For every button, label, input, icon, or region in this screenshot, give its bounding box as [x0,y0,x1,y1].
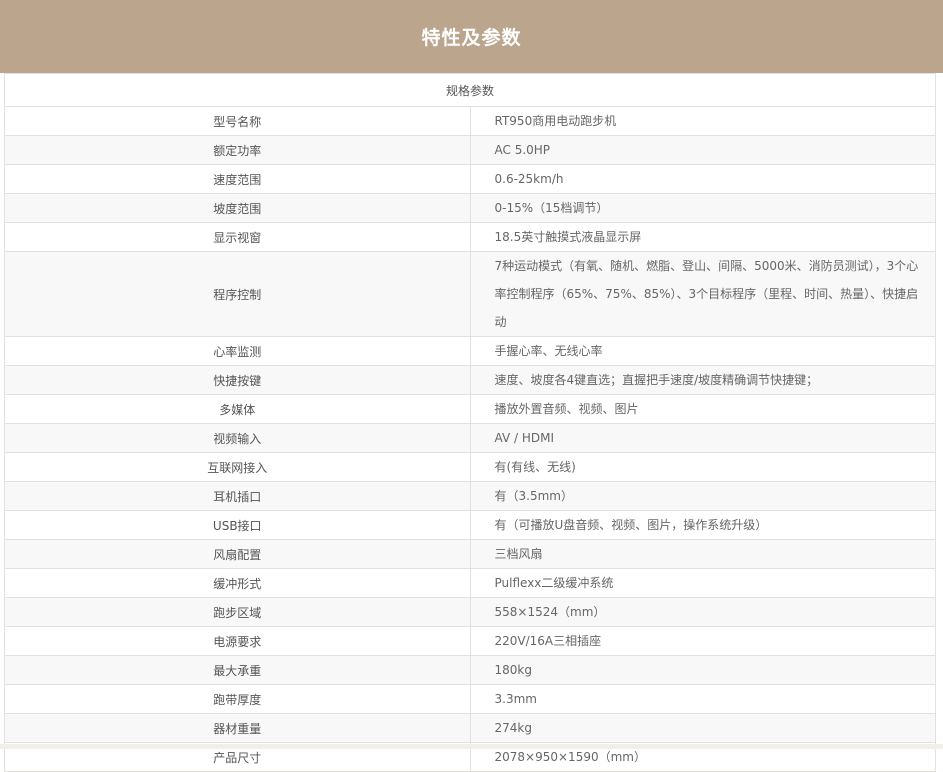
row-label: 快捷按键 [4,365,471,395]
row-value: 0.6-25km/h [469,164,936,194]
page-header: 特性及参数 [0,0,943,73]
row-value: 220V/16A三相插座 [469,626,936,656]
row-label: 视频输入 [4,423,471,453]
row-label: 显示视窗 [4,222,471,252]
table-row: 互联网接入 有(有线、无线) [4,452,936,482]
row-value: 274kg [469,713,936,743]
table-row: 最大承重 180kg [4,655,936,685]
table-row: 风扇配置 三档风扇 [4,539,936,569]
row-label: 电源要求 [4,626,471,656]
row-value: 三档风扇 [469,539,936,569]
table-row: 速度范围 0.6-25km/h [4,164,936,194]
table-row: 缓冲形式 Pulflexx二级缓冲系统 [4,568,936,598]
table-caption-row: 规格参数 [4,73,936,107]
row-label: 最大承重 [4,655,471,685]
table-row: 显示视窗 18.5英寸触摸式液晶显示屏 [4,222,936,252]
page-title: 特性及参数 [421,27,522,49]
row-value: Pulflexx二级缓冲系统 [469,568,936,598]
row-value: 有（3.5mm） [469,481,936,511]
row-value: 558×1524（mm） [469,597,936,627]
row-value: 播放外置音频、视频、图片 [469,394,936,424]
row-label: 坡度范围 [4,193,471,223]
row-value: 7种运动模式（有氧、随机、燃脂、登山、间隔、5000米、消防员测试），3个心率控… [469,251,936,337]
row-value: 18.5英寸触摸式液晶显示屏 [469,222,936,252]
row-value: 有（可播放U盘音频、视频、图片，操作系统升级） [469,510,936,540]
table-row: 额定功率 AC 5.0HP [4,135,936,165]
table-row: 跑步区域 558×1524（mm） [4,597,936,627]
row-label: 缓冲形式 [4,568,471,598]
table-row: 视频输入 AV / HDMI [4,423,936,453]
table-row: 器材重量 274kg [4,713,936,743]
row-value: AV / HDMI [469,423,936,453]
row-label: 型号名称 [4,106,471,136]
row-label: 风扇配置 [4,539,471,569]
bottom-divider [0,744,943,749]
row-label: 心率监测 [4,336,471,366]
row-value: RT950商用电动跑步机 [469,106,936,136]
row-label: 跑带厚度 [4,684,471,714]
spec-table-container: 规格参数 型号名称 RT950商用电动跑步机 额定功率 AC 5.0HP 速度范… [4,73,936,772]
row-value: 速度、坡度各4键直选；直握把手速度/坡度精确调节快捷键； [469,365,936,395]
table-row: 耳机插口 有（3.5mm） [4,481,936,511]
table-row: 电源要求 220V/16A三相插座 [4,626,936,656]
table-row: 快捷按键 速度、坡度各4键直选；直握把手速度/坡度精确调节快捷键； [4,365,936,395]
row-label: 多媒体 [4,394,471,424]
table-row: 跑带厚度 3.3mm [4,684,936,714]
row-value: 手握心率、无线心率 [469,336,936,366]
row-label: 跑步区域 [4,597,471,627]
row-label: 互联网接入 [4,452,471,482]
table-row: 程序控制 7种运动模式（有氧、随机、燃脂、登山、间隔、5000米、消防员测试），… [4,251,936,337]
table-row: 型号名称 RT950商用电动跑步机 [4,106,936,136]
row-value: 180kg [469,655,936,685]
row-label: 耳机插口 [4,481,471,511]
row-label: 额定功率 [4,135,471,165]
spec-table: 规格参数 型号名称 RT950商用电动跑步机 额定功率 AC 5.0HP 速度范… [4,73,936,772]
table-row: 心率监测 手握心率、无线心率 [4,336,936,366]
row-label: 程序控制 [4,251,471,337]
table-row: 坡度范围 0-15%（15档调节） [4,193,936,223]
table-row: USB接口 有（可播放U盘音频、视频、图片，操作系统升级） [4,510,936,540]
row-label: 速度范围 [4,164,471,194]
row-label: 器材重量 [4,713,471,743]
table-caption: 规格参数 [4,73,936,107]
table-row: 多媒体 播放外置音频、视频、图片 [4,394,936,424]
row-value: 有(有线、无线) [469,452,936,482]
row-value: AC 5.0HP [469,135,936,165]
row-label: USB接口 [4,510,471,540]
row-value: 3.3mm [469,684,936,714]
row-value: 0-15%（15档调节） [469,193,936,223]
